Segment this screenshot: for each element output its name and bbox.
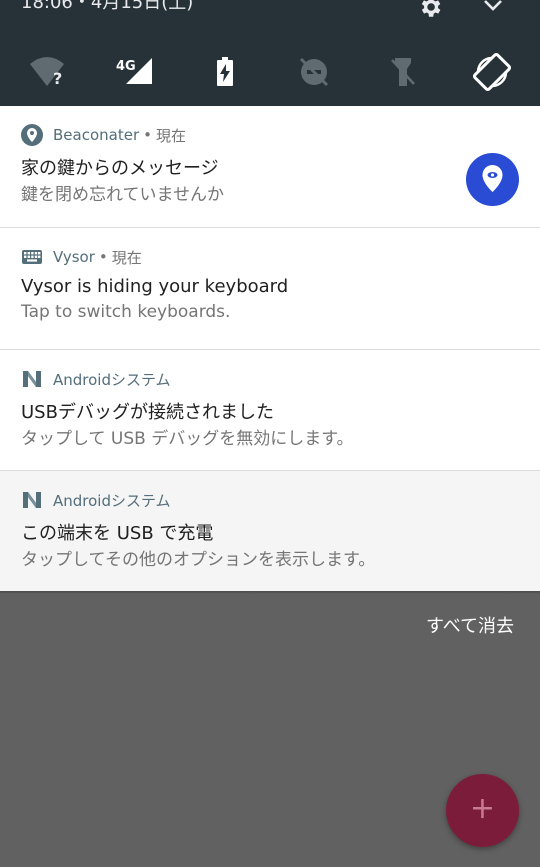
quick-settings-panel: 18:06・4月15日(土) ? 4G — [0, 0, 540, 106]
keyboard-icon — [22, 250, 42, 264]
app-name: Androidシステム — [53, 491, 171, 510]
notification-text: 鍵を閉め忘れていませんか — [21, 185, 224, 205]
do-not-disturb-off-icon — [299, 57, 329, 87]
svg-text:?: ? — [53, 69, 62, 88]
beacon-pin-icon — [21, 124, 43, 146]
beacon-large-icon — [466, 153, 519, 206]
status-time: 18:06・4月15日(土) — [21, 0, 194, 13]
flashlight-off-icon — [391, 58, 415, 86]
android-n-icon — [23, 371, 41, 387]
notification-text: タップして USB デバッグを無効にします。 — [21, 429, 354, 449]
clear-all-button[interactable]: すべて消去 — [426, 612, 514, 638]
wifi-tile[interactable]: ? — [27, 50, 71, 94]
battery-charging-icon — [217, 57, 233, 86]
notification-text: タップしてその他のオプションを表示します。 — [21, 550, 376, 570]
separator: • — [98, 248, 108, 266]
mobile-signal-4g-icon: 4G — [116, 58, 152, 84]
notification-usb-charging[interactable]: Androidシステム この端末を USB で充電 タップしてその他のオプション… — [0, 471, 540, 591]
notification-title: 家の鍵からのメッセージ — [21, 158, 219, 179]
notification-time: 現在 — [111, 248, 142, 267]
do-not-disturb-tile[interactable] — [292, 50, 336, 94]
auto-rotate-icon — [472, 52, 512, 92]
add-fab-button[interactable]: + — [446, 774, 519, 847]
wifi-no-internet-icon: ? — [30, 57, 64, 88]
chevron-down-icon[interactable] — [482, 0, 504, 14]
plus-icon: + — [469, 791, 496, 826]
flashlight-tile[interactable] — [381, 50, 425, 94]
app-name: Vysor — [53, 248, 95, 266]
quick-settings-tiles: ? 4G — [0, 50, 540, 94]
notification-header: Androidシステム — [21, 489, 171, 511]
notification-title: Vysor is hiding your keyboard — [21, 276, 289, 297]
mobile-data-tile[interactable]: 4G — [114, 50, 158, 94]
app-name: Beaconater — [53, 126, 140, 144]
shade-shadow — [0, 591, 540, 594]
android-n-icon — [23, 492, 41, 508]
notification-title: この端末を USB で充電 — [21, 523, 214, 544]
separator: • — [143, 126, 152, 144]
notification-header: Beaconater • 現在 — [21, 124, 186, 146]
notification-vysor[interactable]: Vysor • 現在 Vysor is hiding your keyboard… — [0, 228, 540, 349]
app-name: Androidシステム — [53, 370, 171, 389]
battery-tile[interactable] — [203, 50, 247, 94]
notification-time: 現在 — [155, 126, 186, 145]
notification-text: Tap to switch keyboards. — [21, 302, 231, 322]
notification-header: Vysor • 現在 — [21, 246, 142, 268]
notification-usb-debugging[interactable]: Androidシステム USBデバッグが接続されました タップして USB デバ… — [0, 350, 540, 470]
notification-header: Androidシステム — [21, 368, 171, 390]
settings-gear-icon[interactable] — [417, 0, 443, 20]
notification-title: USBデバッグが接続されました — [21, 402, 274, 423]
notification-beaconater[interactable]: Beaconater • 現在 家の鍵からのメッセージ 鍵を閉め忘れていませんか — [0, 106, 540, 227]
svg-text:4G: 4G — [116, 59, 136, 74]
auto-rotate-tile[interactable] — [470, 50, 514, 94]
beacon-pin-icon — [482, 165, 503, 192]
